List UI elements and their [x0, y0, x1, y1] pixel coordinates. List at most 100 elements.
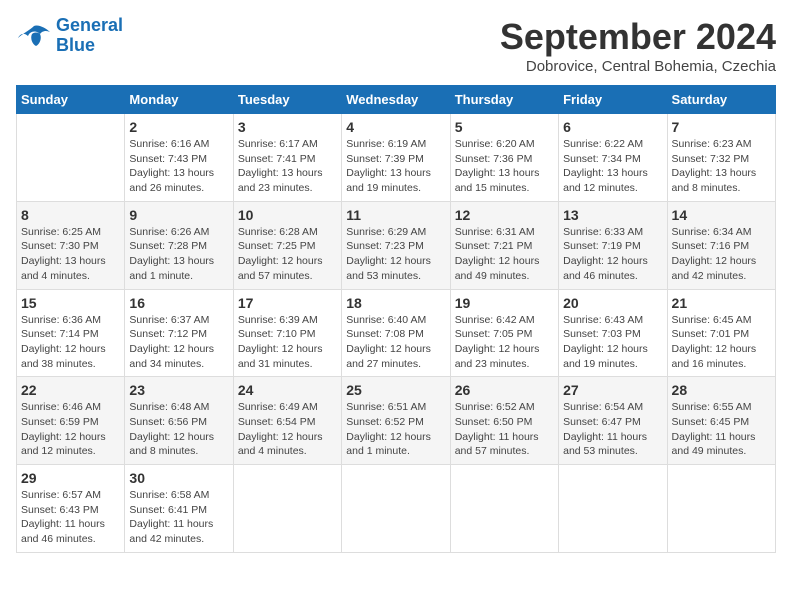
day-info: Sunrise: 6:51 AM Sunset: 6:52 PM Dayligh… — [346, 400, 445, 459]
calendar-cell: 18 Sunrise: 6:40 AM Sunset: 7:08 PM Dayli… — [342, 289, 450, 377]
logo-line1: General — [56, 16, 123, 36]
calendar-cell: 14 Sunrise: 6:34 AM Sunset: 7:16 PM Dayli… — [667, 201, 775, 289]
day-info: Sunrise: 6:36 AM Sunset: 7:14 PM Dayligh… — [21, 313, 120, 372]
calendar-cell: 27Sunrise: 6:54 AM Sunset: 6:47 PM Dayli… — [559, 377, 667, 465]
day-info: Sunrise: 6:20 AM Sunset: 7:36 PM Dayligh… — [455, 137, 554, 196]
day-number: 12 — [455, 207, 554, 223]
calendar-cell: 5 Sunrise: 6:20 AM Sunset: 7:36 PM Daylig… — [450, 114, 558, 202]
header-thursday: Thursday — [450, 86, 558, 114]
calendar-week-row: 2 Sunrise: 6:16 AM Sunset: 7:43 PM Daylig… — [17, 114, 776, 202]
calendar-cell: 4 Sunrise: 6:19 AM Sunset: 7:39 PM Daylig… — [342, 114, 450, 202]
calendar-cell: 2 Sunrise: 6:16 AM Sunset: 7:43 PM Daylig… — [125, 114, 233, 202]
day-info: Sunrise: 6:45 AM Sunset: 7:01 PM Dayligh… — [672, 313, 771, 372]
calendar-cell: 8 Sunrise: 6:25 AM Sunset: 7:30 PM Daylig… — [17, 201, 125, 289]
month-title: September 2024 — [500, 16, 776, 58]
day-info: Sunrise: 6:55 AM Sunset: 6:45 PM Dayligh… — [672, 400, 771, 459]
day-info: Sunrise: 6:17 AM Sunset: 7:41 PM Dayligh… — [238, 137, 337, 196]
calendar-cell: 21 Sunrise: 6:45 AM Sunset: 7:01 PM Dayli… — [667, 289, 775, 377]
day-info: Sunrise: 6:57 AM Sunset: 6:43 PM Dayligh… — [21, 488, 120, 547]
calendar-cell: 9 Sunrise: 6:26 AM Sunset: 7:28 PM Daylig… — [125, 201, 233, 289]
calendar-cell — [342, 465, 450, 553]
calendar-cell: 11 Sunrise: 6:29 AM Sunset: 7:23 PM Dayli… — [342, 201, 450, 289]
header-tuesday: Tuesday — [233, 86, 341, 114]
day-info: Sunrise: 6:49 AM Sunset: 6:54 PM Dayligh… — [238, 400, 337, 459]
calendar-cell: 10 Sunrise: 6:28 AM Sunset: 7:25 PM Dayli… — [233, 201, 341, 289]
logo: General Blue — [16, 16, 123, 56]
header-monday: Monday — [125, 86, 233, 114]
day-info: Sunrise: 6:22 AM Sunset: 7:34 PM Dayligh… — [563, 137, 662, 196]
day-info: Sunrise: 6:46 AM Sunset: 6:59 PM Dayligh… — [21, 400, 120, 459]
day-number: 10 — [238, 207, 337, 223]
location: Dobrovice, Central Bohemia, Czechia — [500, 58, 776, 75]
calendar-cell — [450, 465, 558, 553]
calendar-cell: 6 Sunrise: 6:22 AM Sunset: 7:34 PM Daylig… — [559, 114, 667, 202]
day-number: 15 — [21, 295, 120, 311]
calendar-cell — [559, 465, 667, 553]
day-info: Sunrise: 6:16 AM Sunset: 7:43 PM Dayligh… — [129, 137, 228, 196]
day-number: 29 — [21, 470, 120, 486]
day-number: 25 — [346, 382, 445, 398]
calendar-cell: 7Sunrise: 6:23 AM Sunset: 7:32 PM Daylig… — [667, 114, 775, 202]
day-info: Sunrise: 6:39 AM Sunset: 7:10 PM Dayligh… — [238, 313, 337, 372]
calendar-cell: 20 Sunrise: 6:43 AM Sunset: 7:03 PM Dayli… — [559, 289, 667, 377]
calendar-cell: 25 Sunrise: 6:51 AM Sunset: 6:52 PM Dayli… — [342, 377, 450, 465]
day-number: 5 — [455, 119, 554, 135]
day-number: 4 — [346, 119, 445, 135]
header-friday: Friday — [559, 86, 667, 114]
day-number: 21 — [672, 295, 771, 311]
calendar-cell: 23 Sunrise: 6:48 AM Sunset: 6:56 PM Dayli… — [125, 377, 233, 465]
day-info: Sunrise: 6:23 AM Sunset: 7:32 PM Dayligh… — [672, 137, 771, 196]
calendar-cell: 12 Sunrise: 6:31 AM Sunset: 7:21 PM Dayli… — [450, 201, 558, 289]
day-number: 23 — [129, 382, 228, 398]
logo-icon — [16, 22, 52, 50]
day-info: Sunrise: 6:42 AM Sunset: 7:05 PM Dayligh… — [455, 313, 554, 372]
day-number: 14 — [672, 207, 771, 223]
day-info: Sunrise: 6:26 AM Sunset: 7:28 PM Dayligh… — [129, 225, 228, 284]
day-number: 11 — [346, 207, 445, 223]
day-number: 18 — [346, 295, 445, 311]
calendar-cell: 30 Sunrise: 6:58 AM Sunset: 6:41 PM Dayli… — [125, 465, 233, 553]
day-number: 3 — [238, 119, 337, 135]
calendar-cell: 22 Sunrise: 6:46 AM Sunset: 6:59 PM Dayli… — [17, 377, 125, 465]
calendar-cell: 16 Sunrise: 6:37 AM Sunset: 7:12 PM Dayli… — [125, 289, 233, 377]
calendar-week-row: 22 Sunrise: 6:46 AM Sunset: 6:59 PM Dayli… — [17, 377, 776, 465]
calendar-cell — [233, 465, 341, 553]
day-info: Sunrise: 6:28 AM Sunset: 7:25 PM Dayligh… — [238, 225, 337, 284]
calendar-cell — [17, 114, 125, 202]
day-info: Sunrise: 6:19 AM Sunset: 7:39 PM Dayligh… — [346, 137, 445, 196]
day-number: 22 — [21, 382, 120, 398]
day-number: 28 — [672, 382, 771, 398]
day-info: Sunrise: 6:29 AM Sunset: 7:23 PM Dayligh… — [346, 225, 445, 284]
calendar-cell: 28 Sunrise: 6:55 AM Sunset: 6:45 PM Dayli… — [667, 377, 775, 465]
calendar-cell — [667, 465, 775, 553]
day-number: 20 — [563, 295, 662, 311]
calendar-cell: 19Sunrise: 6:42 AM Sunset: 7:05 PM Dayli… — [450, 289, 558, 377]
day-number: 9 — [129, 207, 228, 223]
day-number: 8 — [21, 207, 120, 223]
calendar-table: Sunday Monday Tuesday Wednesday Thursday… — [16, 85, 776, 553]
day-number: 13 — [563, 207, 662, 223]
day-number: 30 — [129, 470, 228, 486]
day-info: Sunrise: 6:43 AM Sunset: 7:03 PM Dayligh… — [563, 313, 662, 372]
title-block: September 2024 Dobrovice, Central Bohemi… — [500, 16, 776, 75]
day-number: 6 — [563, 119, 662, 135]
day-info: Sunrise: 6:52 AM Sunset: 6:50 PM Dayligh… — [455, 400, 554, 459]
day-number: 16 — [129, 295, 228, 311]
day-number: 2 — [129, 119, 228, 135]
calendar-week-row: 29 Sunrise: 6:57 AM Sunset: 6:43 PM Dayli… — [17, 465, 776, 553]
day-number: 24 — [238, 382, 337, 398]
calendar-week-row: 8 Sunrise: 6:25 AM Sunset: 7:30 PM Daylig… — [17, 201, 776, 289]
day-info: Sunrise: 6:58 AM Sunset: 6:41 PM Dayligh… — [129, 488, 228, 547]
header-sunday: Sunday — [17, 86, 125, 114]
day-info: Sunrise: 6:54 AM Sunset: 6:47 PM Dayligh… — [563, 400, 662, 459]
day-info: Sunrise: 6:25 AM Sunset: 7:30 PM Dayligh… — [21, 225, 120, 284]
day-info: Sunrise: 6:37 AM Sunset: 7:12 PM Dayligh… — [129, 313, 228, 372]
logo-line2: Blue — [56, 36, 123, 56]
day-info: Sunrise: 6:31 AM Sunset: 7:21 PM Dayligh… — [455, 225, 554, 284]
weekday-header-row: Sunday Monday Tuesday Wednesday Thursday… — [17, 86, 776, 114]
day-info: Sunrise: 6:48 AM Sunset: 6:56 PM Dayligh… — [129, 400, 228, 459]
day-info: Sunrise: 6:34 AM Sunset: 7:16 PM Dayligh… — [672, 225, 771, 284]
day-info: Sunrise: 6:40 AM Sunset: 7:08 PM Dayligh… — [346, 313, 445, 372]
calendar-cell: 3 Sunrise: 6:17 AM Sunset: 7:41 PM Daylig… — [233, 114, 341, 202]
calendar-week-row: 15 Sunrise: 6:36 AM Sunset: 7:14 PM Dayli… — [17, 289, 776, 377]
